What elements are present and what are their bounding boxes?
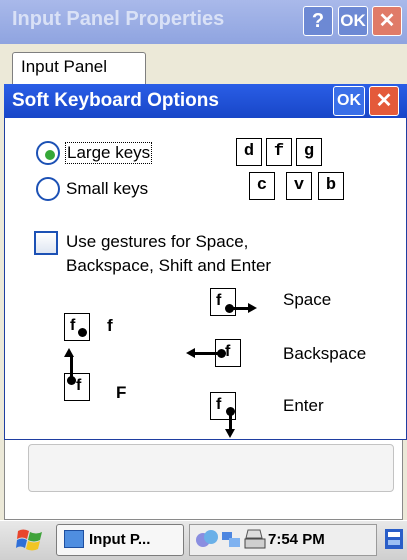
dialog-close-button[interactable]: ✕ xyxy=(369,86,399,116)
keyboard-tray-icon[interactable] xyxy=(244,528,266,555)
gestures-checkbox[interactable] xyxy=(34,231,58,255)
preview-key: b xyxy=(318,172,344,200)
small-keys-radio[interactable] xyxy=(36,177,60,201)
network-icon[interactable] xyxy=(220,528,242,555)
backspace-result: Backspace xyxy=(283,344,367,363)
gestures-label-line1[interactable]: Use gestures for Space, xyxy=(66,232,248,252)
tab-input-panel[interactable]: Input Panel xyxy=(12,52,146,84)
help-button[interactable]: ? xyxy=(303,6,333,36)
small-keys-label[interactable]: Small keys xyxy=(66,179,148,199)
clock[interactable]: 7:54 PM xyxy=(268,531,325,548)
shift-gesture-icon: f xyxy=(64,348,90,401)
tap-gesture-icon: f xyxy=(64,313,90,341)
enter-result: Enter xyxy=(283,396,324,415)
large-keys-radio[interactable] xyxy=(36,141,60,165)
input-panel-keyboard-icon xyxy=(64,530,84,548)
preview-key: d xyxy=(236,138,262,166)
tap-result: f xyxy=(107,316,113,335)
properties-ok-button[interactable]: OK xyxy=(338,6,368,36)
space-result: Space xyxy=(283,290,332,309)
shift-result: F xyxy=(116,383,127,402)
sync-icon[interactable] xyxy=(195,528,219,555)
radio-selected-dot xyxy=(45,150,55,160)
preview-key: c xyxy=(249,172,275,200)
properties-title: Input Panel Properties xyxy=(12,8,225,30)
properties-close-button[interactable]: ✕ xyxy=(372,6,402,36)
dialog-ok-button[interactable]: OK xyxy=(333,86,365,116)
preview-key: v xyxy=(286,172,312,200)
dialog-title: Soft Keyboard Options xyxy=(12,90,219,111)
enter-gesture-icon: f xyxy=(210,392,236,438)
preview-key: g xyxy=(296,138,322,166)
start-windows-flag-icon[interactable] xyxy=(16,527,44,553)
gestures-label-line2[interactable]: Backspace, Shift and Enter xyxy=(66,256,271,276)
backspace-gesture-icon: f xyxy=(186,339,241,367)
properties-inner-box xyxy=(28,444,394,492)
space-gesture-icon: f xyxy=(210,288,257,316)
large-keys-label[interactable]: Large keys xyxy=(65,142,153,164)
preview-key: f xyxy=(266,138,292,166)
show-desktop-icon[interactable] xyxy=(384,528,404,550)
